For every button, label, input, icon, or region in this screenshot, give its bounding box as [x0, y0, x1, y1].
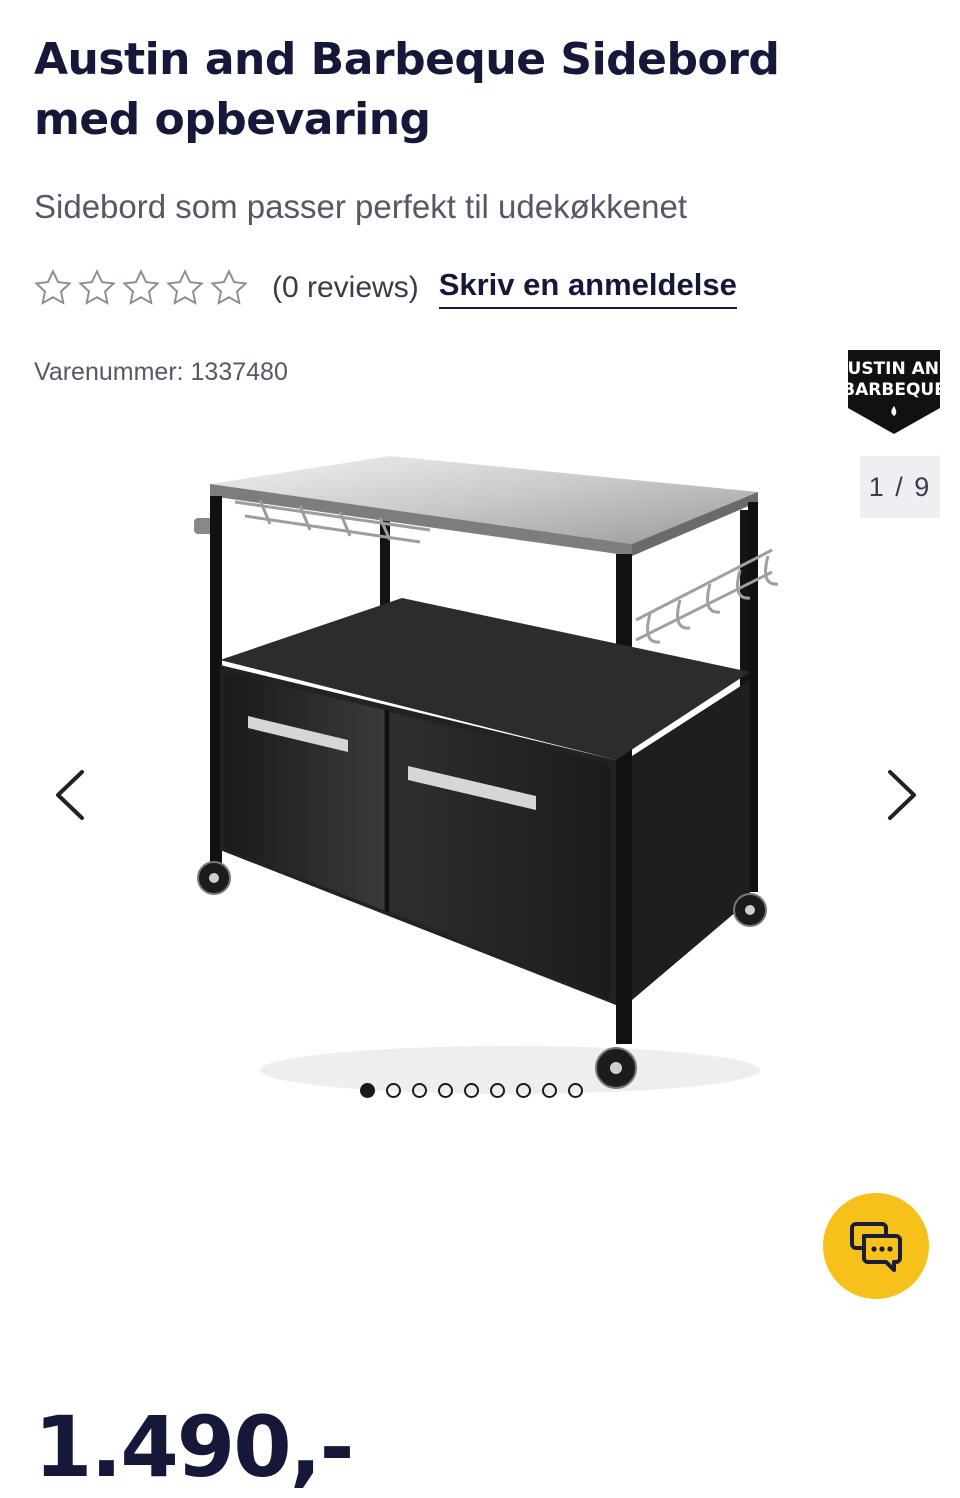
- product-title: Austin and Barbeque Sidebord med opbevar…: [34, 34, 780, 145]
- star-rating: [32, 267, 250, 309]
- gallery-dot[interactable]: [386, 1083, 401, 1098]
- star-outline-icon: [78, 269, 116, 305]
- chevron-left-icon[interactable]: [46, 760, 96, 830]
- gallery-dot[interactable]: [568, 1083, 583, 1098]
- brand-logo-line-1: AUSTIN AND: [846, 359, 942, 379]
- write-review-link[interactable]: Skriv en anmeldelse: [438, 267, 737, 309]
- star-outline-icon: [122, 269, 160, 305]
- gallery-dot[interactable]: [360, 1083, 375, 1098]
- star-outline-icon: [34, 269, 72, 305]
- gallery-dot[interactable]: [516, 1083, 531, 1098]
- rating-row: (0 reviews) Skriv en anmeldelse: [32, 265, 737, 311]
- chevron-right-icon[interactable]: [876, 760, 926, 830]
- gallery-dot[interactable]: [490, 1083, 505, 1098]
- gallery-dot[interactable]: [464, 1083, 479, 1098]
- chat-bubbles-icon: [850, 1222, 902, 1272]
- chat-button[interactable]: [823, 1193, 929, 1299]
- gallery-dot[interactable]: [412, 1083, 427, 1098]
- gallery-counter: 1 / 9: [860, 456, 940, 518]
- star-outline-icon: [210, 269, 248, 305]
- brand-logo: AUSTIN AND BARBEQUE: [846, 350, 942, 434]
- gallery-pagination: [360, 1083, 583, 1098]
- gallery-dot[interactable]: [542, 1083, 557, 1098]
- star-outline-icon: [166, 269, 204, 305]
- gallery-dot[interactable]: [438, 1083, 453, 1098]
- sku-number: Varenummer: 1337480: [34, 358, 288, 386]
- brand-logo-line-2: BARBEQUE: [846, 380, 942, 400]
- product-price: 1.490,-: [34, 1398, 354, 1496]
- product-image[interactable]: [180, 440, 800, 1120]
- product-subtitle: Sidebord som passer perfekt til udekøkke…: [34, 188, 687, 225]
- reviews-count[interactable]: (0 reviews): [272, 271, 419, 305]
